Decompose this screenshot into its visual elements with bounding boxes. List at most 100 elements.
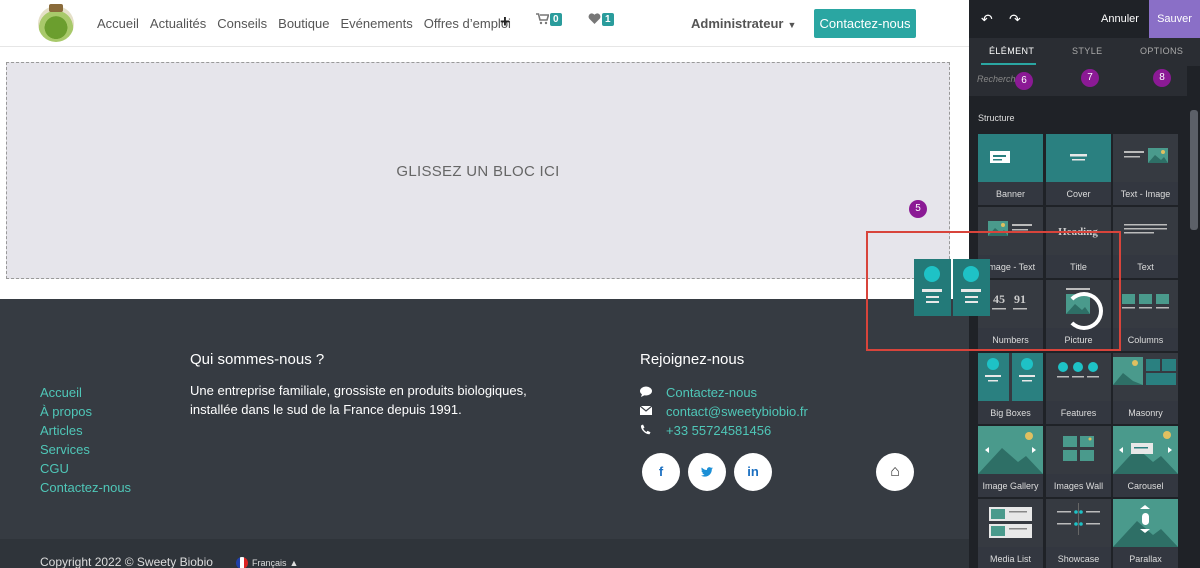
snippet-banner[interactable]: Banner xyxy=(978,134,1043,205)
text-thumbnail xyxy=(1113,207,1178,255)
footer-link-contact[interactable]: Contactez-nous xyxy=(40,478,131,497)
tab-style[interactable]: STYLE xyxy=(1072,46,1103,56)
snippet-showcase[interactable]: Showcase xyxy=(1046,499,1111,568)
snippet-columns[interactable]: Columns xyxy=(1113,280,1178,351)
copyright-text: Copyright 2022 © Sweety Biobio xyxy=(40,555,213,568)
footer-link-services[interactable]: Services xyxy=(40,440,131,459)
add-menu-icon[interactable]: + xyxy=(500,12,510,32)
site-footer: Accueil À propos Articles Services CGU C… xyxy=(0,299,969,539)
footer-link-articles[interactable]: Articles xyxy=(40,421,131,440)
editor-scrollbar[interactable] xyxy=(1187,96,1200,568)
snippet-parallax[interactable]: Parallax xyxy=(1113,499,1178,568)
snippet-image-gallery[interactable]: Image Gallery xyxy=(978,426,1043,497)
snippet-label: Big Boxes xyxy=(990,408,1031,418)
images-wall-thumbnail xyxy=(1046,426,1111,474)
snippet-text[interactable]: Text xyxy=(1113,207,1178,278)
about-text: Une entreprise familiale, grossiste en p… xyxy=(190,383,527,417)
flag-france-icon xyxy=(236,557,248,568)
footer-link-cgu[interactable]: CGU xyxy=(40,459,131,478)
chat-bubble-icon xyxy=(640,386,666,400)
undo-icon[interactable]: ↶ xyxy=(981,11,993,28)
footer-link-accueil[interactable]: Accueil xyxy=(40,383,131,402)
redo-icon[interactable]: ↷ xyxy=(1009,11,1021,28)
email-row: contact@sweetybiobio.fr xyxy=(639,402,808,421)
showcase-thumbnail xyxy=(1046,499,1111,547)
snippet-masonry[interactable]: Masonry xyxy=(1113,353,1178,424)
site-logo[interactable] xyxy=(38,4,74,42)
ghost-box-left xyxy=(914,259,951,316)
site-header: Accueil Actualités Conseils Boutique Evé… xyxy=(0,0,969,47)
masonry-thumbnail xyxy=(1113,353,1178,401)
join-title: Rejoignez-nous xyxy=(640,351,745,368)
dragged-snippet-ghost[interactable] xyxy=(914,259,990,316)
contact-button[interactable]: Contactez-nous xyxy=(814,9,916,38)
contact-list: Contactez-nous contact@sweetybiobio.fr +… xyxy=(639,383,808,440)
envelope-icon xyxy=(639,405,666,418)
tab-element[interactable]: ÉLÉMENT xyxy=(989,46,1034,56)
nav-item-offres[interactable]: Offres d’emploi xyxy=(424,16,511,31)
cart-count-badge: 0 xyxy=(550,13,562,26)
cancel-button[interactable]: Annuler xyxy=(1101,13,1139,25)
tab-options[interactable]: OPTIONS xyxy=(1140,46,1183,56)
facebook-icon[interactable]: f xyxy=(642,453,680,491)
snippet-media-list[interactable]: Media List xyxy=(978,499,1043,568)
section-title-structure: Structure xyxy=(978,113,1015,123)
linkedin-icon[interactable]: in xyxy=(734,453,772,491)
phone-icon xyxy=(640,424,666,438)
snippet-big-boxes[interactable]: Big Boxes xyxy=(978,353,1043,424)
marker-7: 7 xyxy=(1081,69,1099,87)
snippet-label: Banner xyxy=(995,189,1026,199)
loading-spinner-icon xyxy=(1065,292,1103,330)
about-title: Qui sommes-nous ? xyxy=(190,351,325,368)
snippet-label: Features xyxy=(1060,408,1097,418)
nav-item-conseils[interactable]: Conseils xyxy=(217,16,267,31)
nav-item-actualites[interactable]: Actualités xyxy=(150,16,206,31)
marker-5: 5 xyxy=(909,200,927,218)
image-gallery-thumbnail xyxy=(978,426,1043,474)
parallax-thumbnail xyxy=(1113,499,1178,547)
media-list-thumbnail xyxy=(978,499,1043,547)
marker-8: 8 xyxy=(1153,69,1171,87)
phone-link[interactable]: +33 55724581456 xyxy=(666,423,771,438)
snippet-text-image[interactable]: Text - Image xyxy=(1113,134,1178,205)
language-label: Français xyxy=(252,558,287,568)
editor-toolbar: ↶ ↷ Annuler Sauver xyxy=(969,0,1200,38)
features-thumbnail xyxy=(1046,353,1111,401)
user-menu[interactable]: Administrateur ▼ xyxy=(691,16,796,31)
snippet-features[interactable]: Features xyxy=(1046,353,1111,424)
drop-zone[interactable]: GLISSEZ UN BLOC ICI xyxy=(6,62,950,279)
nav-item-accueil[interactable]: Accueil xyxy=(97,16,139,31)
chevron-down-icon: ▼ xyxy=(787,20,797,30)
contact-link[interactable]: Contactez-nous xyxy=(666,385,757,400)
snippet-images-wall[interactable]: Images Wall xyxy=(1046,426,1111,497)
twitter-icon[interactable] xyxy=(688,453,726,491)
drag-highlight-rectangle xyxy=(866,231,1121,351)
heart-icon xyxy=(588,13,601,24)
big-boxes-thumbnail xyxy=(978,353,1043,401)
scrollbar-thumb[interactable] xyxy=(1190,110,1198,230)
user-name: Administrateur xyxy=(691,16,784,31)
snippet-label: Carousel xyxy=(1127,481,1164,491)
snippet-label: Media List xyxy=(989,554,1032,564)
wishlist-count-badge: 1 xyxy=(602,13,614,26)
nav-item-evenements[interactable]: Evénements xyxy=(340,16,412,31)
snippet-cover[interactable]: Cover xyxy=(1046,134,1111,205)
phone-row: +33 55724581456 xyxy=(640,421,808,440)
language-selector[interactable]: Français ▲ xyxy=(236,557,298,568)
cart-icon xyxy=(536,13,549,25)
save-button[interactable]: Sauver xyxy=(1149,0,1200,38)
nav-item-boutique[interactable]: Boutique xyxy=(278,16,329,31)
footer-link-apropos[interactable]: À propos xyxy=(40,402,131,421)
snippet-label: Text - Image xyxy=(1120,189,1171,199)
drop-zone-label: GLISSEZ UN BLOC ICI xyxy=(396,163,560,180)
snippet-label: Parallax xyxy=(1129,554,1162,564)
snippet-label: Showcase xyxy=(1057,554,1100,564)
wishlist-link[interactable]: 1 xyxy=(588,13,614,26)
snippet-carousel[interactable]: Carousel xyxy=(1113,426,1178,497)
caret-up-icon: ▲ xyxy=(289,558,299,568)
snippet-label: Columns xyxy=(1127,335,1164,345)
marker-6: 6 xyxy=(1015,72,1033,90)
home-icon[interactable]: ⌂ xyxy=(876,453,914,491)
cart-link[interactable]: 0 xyxy=(536,13,562,26)
email-link[interactable]: contact@sweetybiobio.fr xyxy=(666,404,808,419)
